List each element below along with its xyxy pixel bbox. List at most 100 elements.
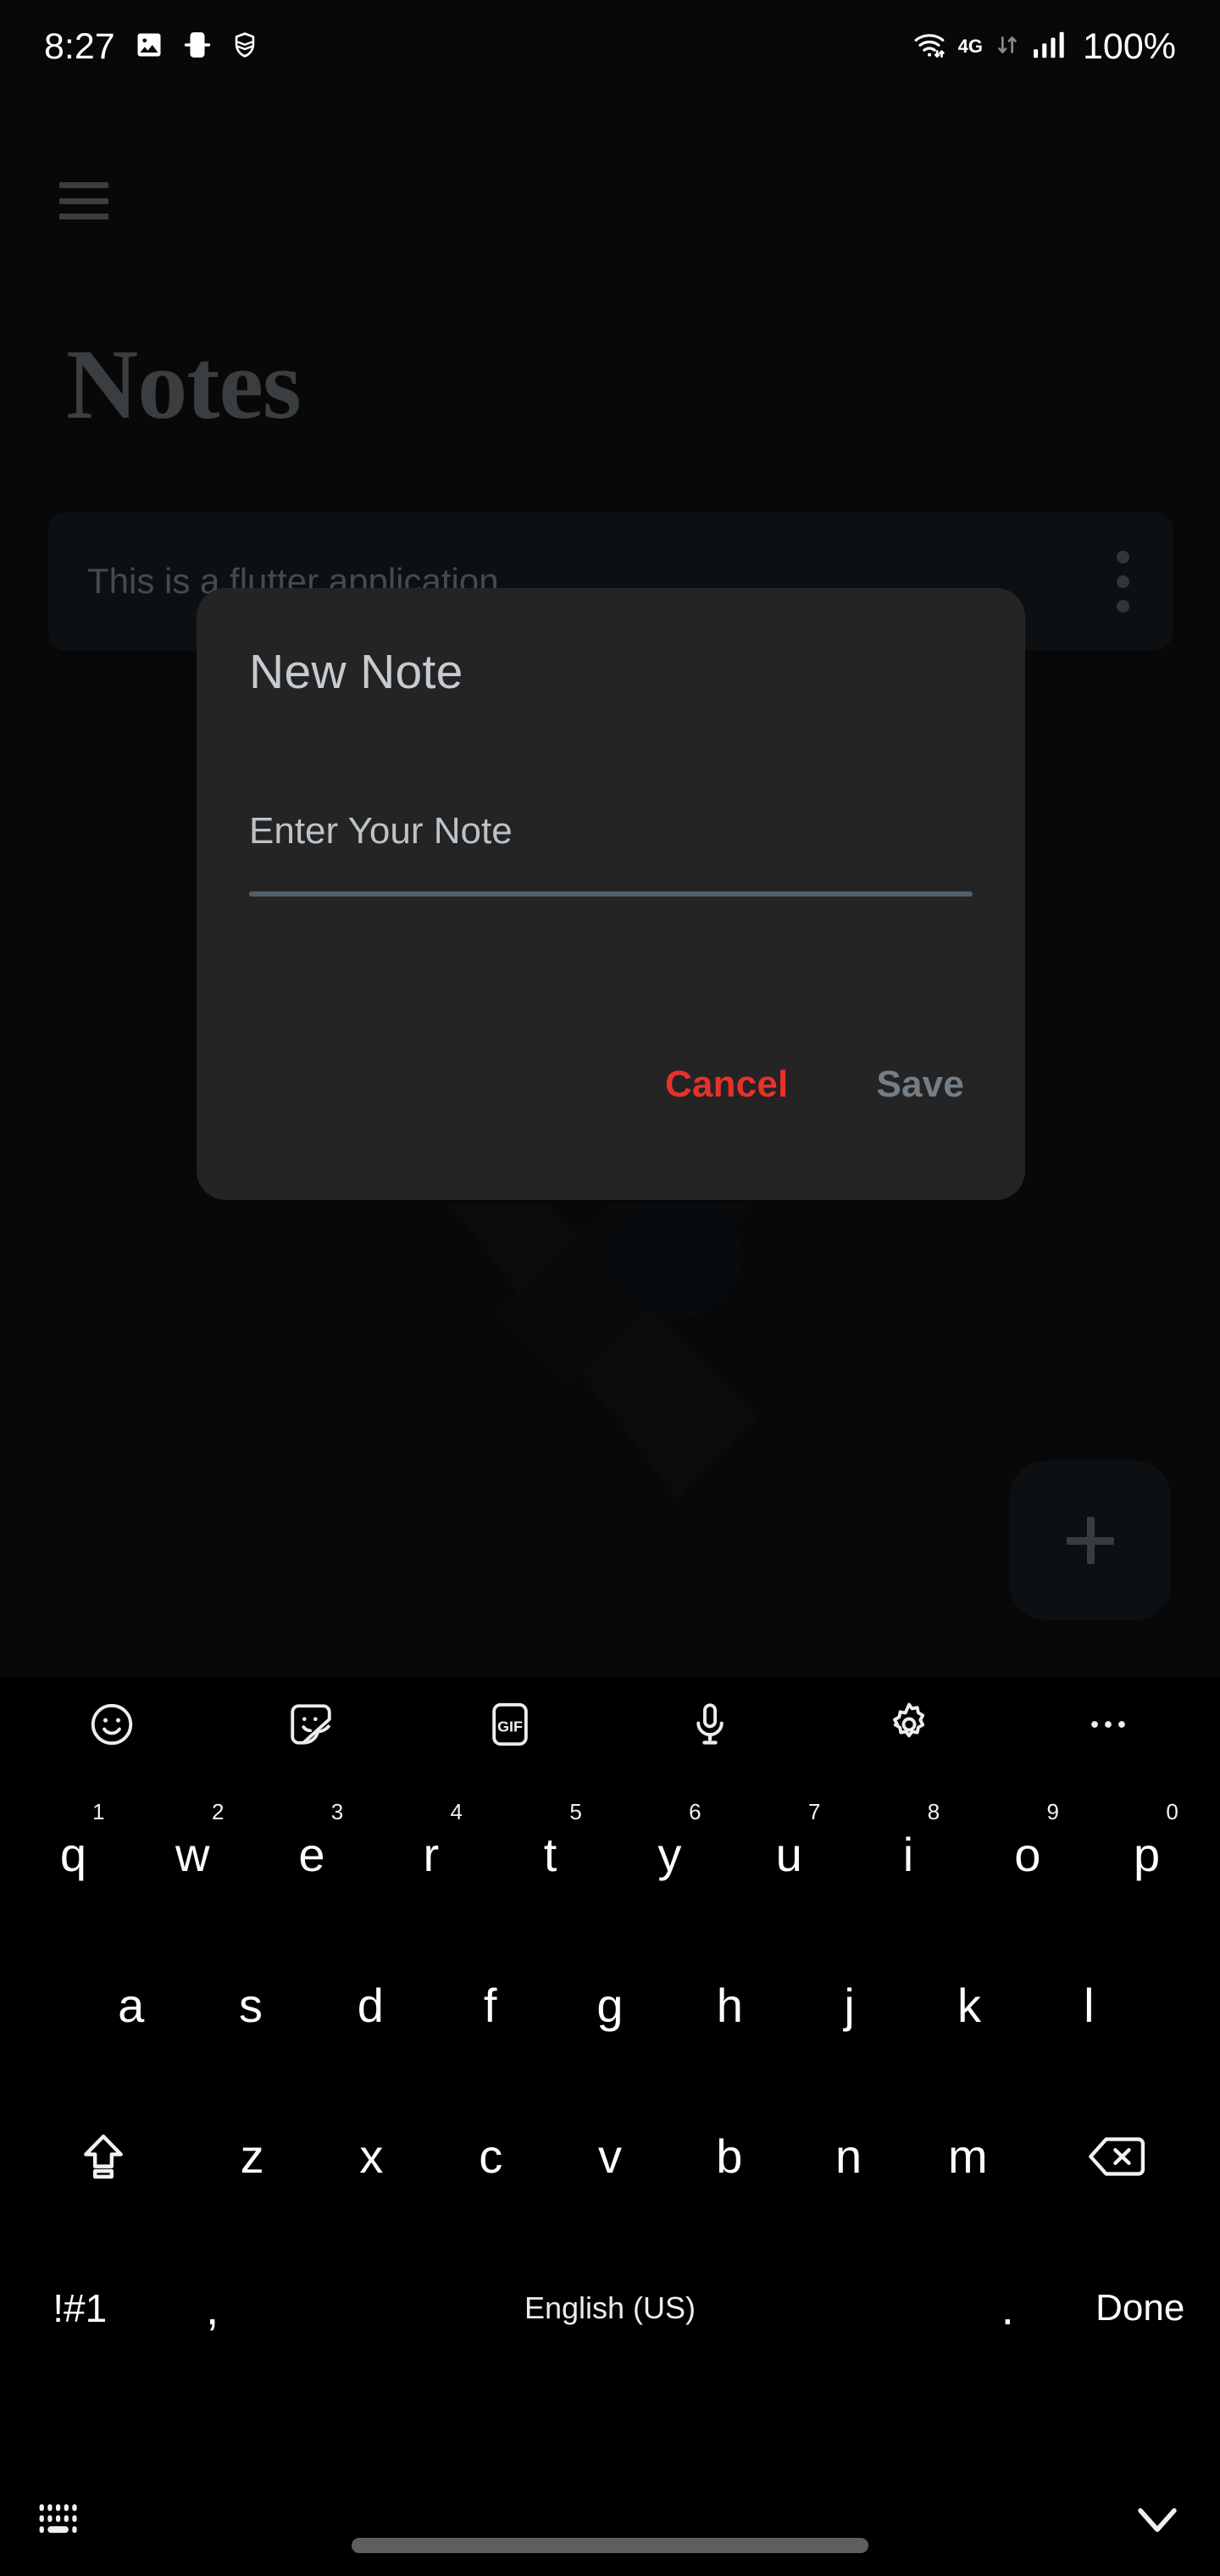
key-label: y xyxy=(657,1828,682,1881)
key-number: 7 xyxy=(807,1799,821,1824)
key-number: 4 xyxy=(450,1799,463,1824)
key-g[interactable]: g xyxy=(550,1938,669,2074)
key-m[interactable]: m xyxy=(908,2089,1028,2224)
key-z[interactable]: z xyxy=(192,2089,312,2224)
done-key[interactable]: Done xyxy=(1074,2240,1206,2376)
key-p[interactable]: 0p xyxy=(1087,1787,1206,1923)
save-button[interactable]: Save xyxy=(876,1063,964,1106)
key-label: e xyxy=(298,1828,325,1881)
wifi-icon xyxy=(912,28,946,66)
gesture-home-bar[interactable] xyxy=(352,2538,868,2553)
key-t[interactable]: 5t xyxy=(491,1787,610,1923)
key-label: r xyxy=(423,1828,440,1881)
phone-screen: 8:27 4G 100% Notes This is a flutter app… xyxy=(0,0,1220,2576)
on-screen-keyboard: GIF 1 q 2 w 3 e 4 r 5 t 6 y 7 u 8 i 9 o … xyxy=(0,1678,1220,2576)
key-label: g xyxy=(596,1979,624,2032)
settings-gear-icon[interactable] xyxy=(879,1694,940,1755)
signal-bars-icon xyxy=(1032,31,1064,64)
key-number: 8 xyxy=(927,1799,940,1824)
key-f[interactable]: f xyxy=(430,1938,550,2074)
key-b[interactable]: b xyxy=(669,2089,789,2224)
cancel-button[interactable]: Cancel xyxy=(665,1063,789,1106)
key-number: 3 xyxy=(330,1799,344,1824)
key-label: w xyxy=(175,1828,210,1881)
backspace-icon[interactable] xyxy=(1028,2089,1206,2224)
chevron-down-icon[interactable] xyxy=(1132,2501,1183,2543)
key-n[interactable]: n xyxy=(789,2089,908,2224)
dialog-title: New Note xyxy=(249,645,463,699)
keyboard-row-4: !#1 , English (US) . Done xyxy=(0,2232,1220,2384)
key-label: a xyxy=(118,1979,145,2032)
microphone-icon[interactable] xyxy=(679,1694,740,1755)
key-label: k xyxy=(957,1979,981,2032)
key-label: i xyxy=(902,1828,914,1881)
key-w[interactable]: 2w xyxy=(133,1787,252,1923)
status-bar-left: 8:27 xyxy=(44,26,259,68)
key-number: 9 xyxy=(1046,1799,1059,1824)
key-label: q xyxy=(59,1828,86,1881)
key-k[interactable]: k xyxy=(909,1938,1029,2074)
key-number: 5 xyxy=(569,1799,582,1824)
key-d[interactable]: d xyxy=(311,1938,430,2074)
key-label: . xyxy=(1001,2281,1015,2334)
key-label: m xyxy=(948,2129,988,2183)
keyboard-row-1: 1q 2w 3e 4r 5t 6y 7u 8i 9o 0p xyxy=(0,1779,1220,1930)
key-o[interactable]: 9o xyxy=(968,1787,1087,1923)
svg-text:GIF: GIF xyxy=(497,1718,523,1735)
key-label: d xyxy=(357,1979,384,2032)
key-l[interactable]: l xyxy=(1029,1938,1149,2074)
key-number: 6 xyxy=(689,1799,702,1824)
key-comma[interactable]: , xyxy=(146,2240,278,2376)
keyboard-toolbar: GIF xyxy=(0,1678,1220,1771)
key-v[interactable]: v xyxy=(551,2089,670,2224)
key-j[interactable]: j xyxy=(790,1938,909,2074)
key-label: h xyxy=(716,1979,743,2032)
key-label: z xyxy=(240,2129,264,2183)
key-number: 0 xyxy=(1166,1799,1178,1824)
key-label: v xyxy=(597,2129,622,2183)
more-horizontal-icon[interactable] xyxy=(1078,1694,1139,1755)
status-bar-right: 4G 100% xyxy=(912,26,1176,68)
key-h[interactable]: h xyxy=(670,1938,790,2074)
key-i[interactable]: 8i xyxy=(849,1787,968,1923)
space-key[interactable]: English (US) xyxy=(279,2240,941,2376)
key-label: !#1 xyxy=(53,2286,108,2330)
new-note-dialog: New Note Enter Your Note Cancel Save xyxy=(197,588,1025,1200)
shift-icon[interactable] xyxy=(14,2089,192,2224)
status-bar: 8:27 4G 100% xyxy=(0,0,1220,93)
key-x[interactable]: x xyxy=(312,2089,431,2224)
key-label: p xyxy=(1133,1828,1161,1881)
key-label: o xyxy=(1014,1828,1041,1881)
key-a[interactable]: a xyxy=(71,1938,191,2074)
note-input-label: Enter Your Note xyxy=(249,810,513,852)
gif-icon[interactable]: GIF xyxy=(480,1694,541,1755)
keyboard-row-2: a s d f g h j k l xyxy=(0,1930,1220,2081)
key-s[interactable]: s xyxy=(191,1938,310,2074)
key-y[interactable]: 6y xyxy=(610,1787,729,1923)
key-number: 2 xyxy=(211,1799,225,1824)
key-label: b xyxy=(716,2129,743,2183)
key-e[interactable]: 3e xyxy=(252,1787,372,1923)
sticker-icon[interactable] xyxy=(280,1694,341,1755)
key-label: j xyxy=(844,1979,855,2032)
keyboard-bottom-bar xyxy=(0,2468,1220,2576)
note-input-field[interactable]: Enter Your Note xyxy=(249,810,973,897)
key-period[interactable]: . xyxy=(941,2240,1073,2376)
keyboard-layout-icon[interactable] xyxy=(37,2501,86,2543)
network-type-label: 4G xyxy=(957,36,984,57)
key-r[interactable]: 4r xyxy=(371,1787,491,1923)
key-label: c xyxy=(479,2129,503,2183)
emoji-icon[interactable] xyxy=(81,1694,142,1755)
symbols-key[interactable]: !#1 xyxy=(14,2240,146,2376)
key-number: 1 xyxy=(92,1799,105,1824)
key-u[interactable]: 7u xyxy=(729,1787,849,1923)
dialog-actions: Cancel Save xyxy=(197,1022,1025,1200)
key-label: n xyxy=(835,2129,862,2183)
key-c[interactable]: c xyxy=(431,2089,551,2224)
key-label: Done xyxy=(1095,2287,1185,2329)
key-label: f xyxy=(483,1979,497,2032)
key-label: l xyxy=(1084,1979,1095,2032)
key-label: , xyxy=(205,2281,219,2334)
key-label: u xyxy=(775,1828,802,1881)
key-q[interactable]: 1q xyxy=(14,1787,133,1923)
